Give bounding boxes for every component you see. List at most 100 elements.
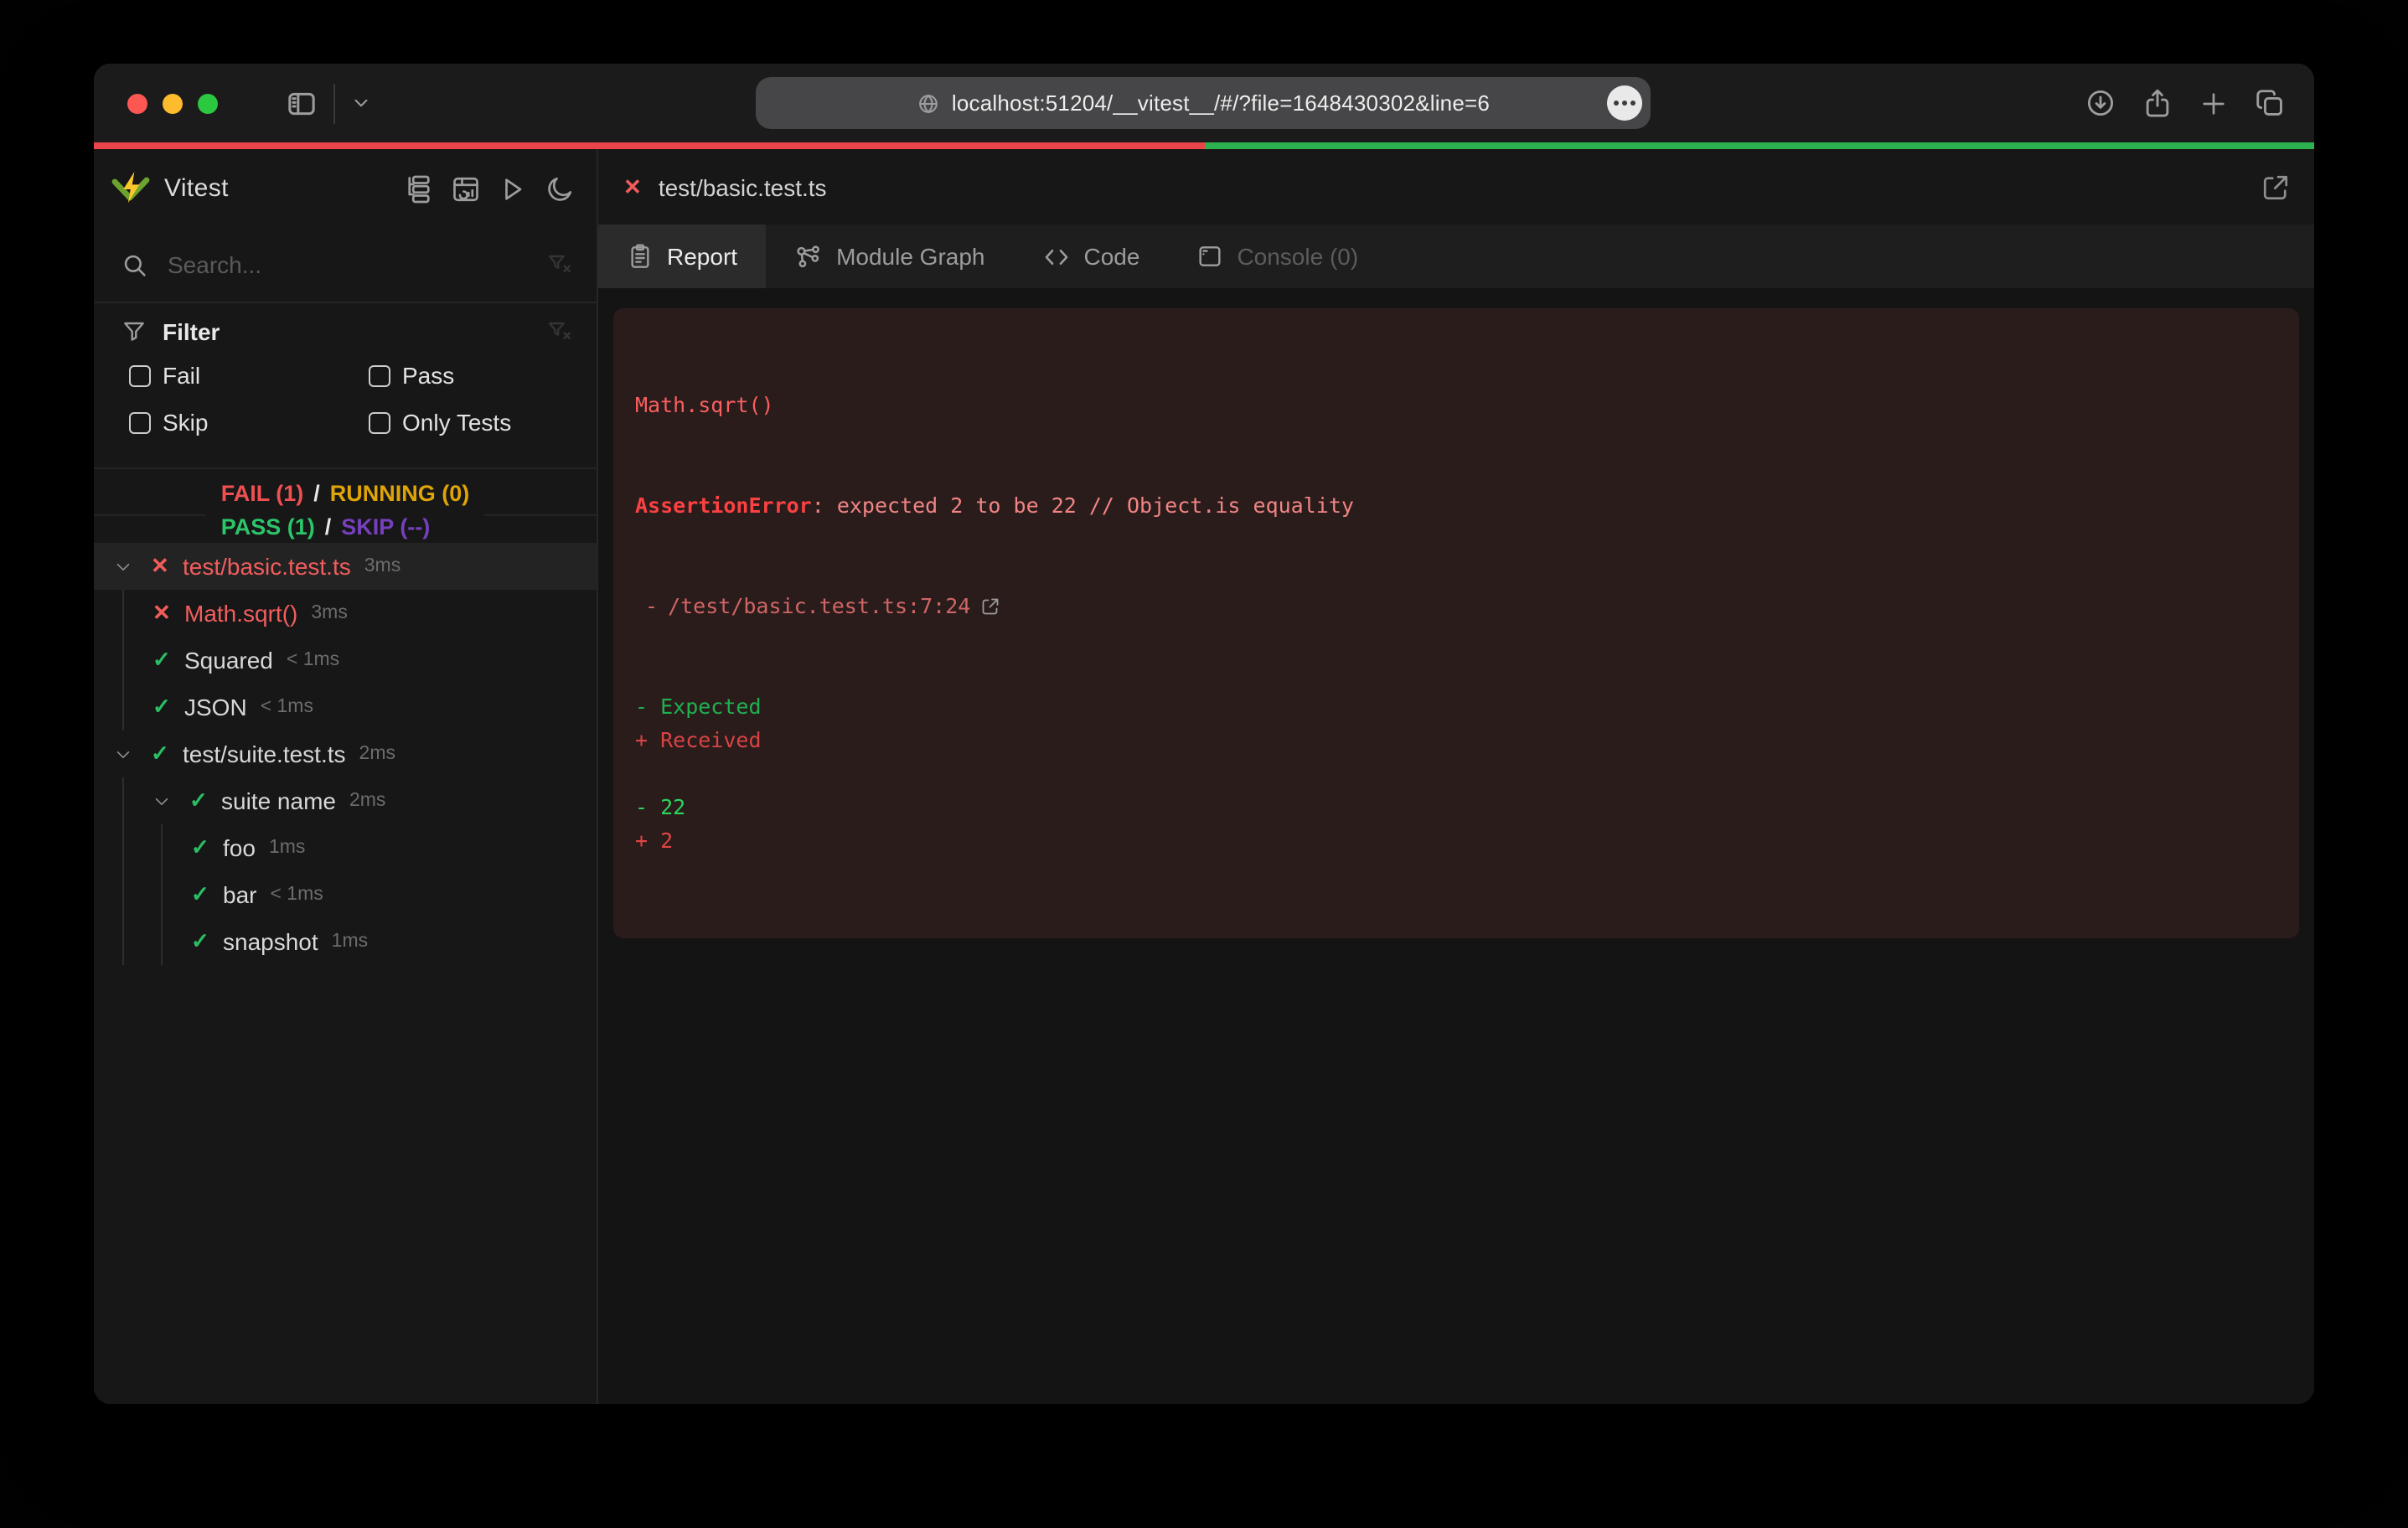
stack-location-link[interactable]: /test/basic.test.ts:7:24 xyxy=(668,590,970,623)
test-duration: 1ms xyxy=(332,932,368,952)
stack-location-line: - /test/basic.test.ts:7:24 xyxy=(635,590,2277,623)
checkbox-label: Skip xyxy=(163,409,208,436)
pass-icon: ✓ xyxy=(152,694,184,720)
tree-row-math-sqrt[interactable]: ✕Math.sqrt()3ms xyxy=(94,590,597,637)
filter-option-only-tests[interactable]: Only Tests xyxy=(369,399,597,446)
dashboard-icon[interactable] xyxy=(451,173,481,204)
search-input[interactable]: Search... xyxy=(168,251,546,278)
tree-row-snapshot[interactable]: ✓snapshot1ms xyxy=(94,918,597,965)
filter-option-skip[interactable]: Skip xyxy=(129,399,369,446)
console-icon xyxy=(1196,243,1223,270)
fail-icon: ✕ xyxy=(152,600,184,627)
pass-icon: ✓ xyxy=(152,647,184,674)
tree-row-squared[interactable]: ✓Squared < 1ms xyxy=(94,637,597,684)
summary-fail-1: FAIL (1) xyxy=(221,478,304,511)
tab-module-graph[interactable]: Module Graph xyxy=(766,225,1013,288)
window-controls xyxy=(127,93,218,113)
progress-fail-segment xyxy=(94,142,1204,149)
tab-label: Module Graph xyxy=(836,243,984,270)
test-duration: 3ms xyxy=(311,603,347,623)
filter-icon xyxy=(121,318,147,345)
tree-row-foo[interactable]: ✓foo1ms xyxy=(94,824,597,871)
open-in-editor-icon[interactable] xyxy=(2261,172,2291,202)
tab-code[interactable]: Code xyxy=(1014,225,1169,288)
tree-indent-guide xyxy=(122,777,124,965)
test-summary: FAIL (1)/RUNNING (0) PASS (1)/SKIP (--) xyxy=(94,467,597,545)
search-row: Search... xyxy=(94,228,597,303)
external-link-icon[interactable] xyxy=(980,596,1000,617)
test-duration: 3ms xyxy=(364,556,400,576)
search-icon xyxy=(121,250,149,279)
clear-filter-icon[interactable] xyxy=(546,318,573,345)
tree-row-test-basic-test-ts[interactable]: ✕test/basic.test.ts3ms xyxy=(94,543,597,590)
toolbar-divider xyxy=(333,83,335,123)
filter-option-pass[interactable]: Pass xyxy=(369,352,597,399)
clear-search-filter-icon[interactable] xyxy=(546,251,573,278)
summary-skip: SKIP (--) xyxy=(341,511,430,545)
test-name: bar xyxy=(223,881,256,908)
summary-line-pass-skip: PASS (1)/SKIP (--) xyxy=(221,511,470,545)
filter-option-fail[interactable]: Fail xyxy=(129,352,369,399)
chevron-down-icon[interactable] xyxy=(114,557,151,576)
fail-icon: ✕ xyxy=(151,553,183,580)
pass-icon: ✓ xyxy=(191,834,223,861)
diff-line xyxy=(635,757,2277,791)
checkbox-fail[interactable] xyxy=(129,364,151,386)
tree-row-suite-name[interactable]: ✓suite name2ms xyxy=(94,777,597,824)
test-name: test/suite.test.ts xyxy=(183,741,346,767)
test-duration: < 1ms xyxy=(261,697,313,717)
tab-console-0[interactable]: Console (0) xyxy=(1168,225,1387,288)
address-bar[interactable]: localhost:51204/__vitest__/#/?file=16484… xyxy=(756,77,1651,129)
tree-row-bar[interactable]: ✓bar< 1ms xyxy=(94,871,597,918)
tree-row-test-suite-test-ts[interactable]: ✓test/suite.test.ts2ms xyxy=(94,730,597,777)
new-tab-button[interactable] xyxy=(2199,88,2229,118)
collapse-tree-icon[interactable] xyxy=(404,173,434,204)
test-duration: < 1ms xyxy=(270,885,323,905)
checkbox-only-tests[interactable] xyxy=(369,411,390,433)
pass-icon: ✓ xyxy=(189,787,221,814)
code-icon xyxy=(1042,242,1071,271)
downloads-button[interactable] xyxy=(2085,87,2116,119)
pass-icon: ✓ xyxy=(191,928,223,955)
chevron-down-icon[interactable] xyxy=(114,745,151,763)
summary-line-fail-running: FAIL (1)/RUNNING (0) xyxy=(221,478,470,511)
minimize-window-button[interactable] xyxy=(163,93,183,113)
browser-toolbar: localhost:51204/__vitest__/#/?file=16484… xyxy=(94,64,2314,142)
tab-report[interactable]: Report xyxy=(598,225,766,288)
tree-row-json[interactable]: ✓JSON< 1ms xyxy=(94,684,597,730)
share-button[interactable] xyxy=(2142,87,2173,119)
sidebar-header: Vitest xyxy=(94,149,597,228)
main-panel: ✕ test/basic.test.ts ReportModule GraphC… xyxy=(598,149,2314,1404)
page-settings-button[interactable] xyxy=(1607,85,1642,121)
browser-window: localhost:51204/__vitest__/#/?file=16484… xyxy=(94,64,2314,1404)
diff-line: + 2 xyxy=(635,824,2277,858)
tab-overview-button[interactable] xyxy=(2254,87,2286,119)
checkbox-skip[interactable] xyxy=(129,411,151,433)
filter-section: Filter FailPassSkipOnly Tests xyxy=(94,303,597,446)
open-file-name: test/basic.test.ts xyxy=(659,173,827,200)
toggle-sidebar-icon[interactable] xyxy=(285,86,318,120)
toggle-dark-mode-icon[interactable] xyxy=(545,173,575,204)
diff-line: - Expected xyxy=(635,690,2277,724)
test-duration: 2ms xyxy=(359,744,395,764)
globe-icon xyxy=(917,91,940,115)
tab-label: Report xyxy=(667,243,737,270)
checkbox-pass[interactable] xyxy=(369,364,390,386)
tab-group-chevron-icon[interactable] xyxy=(350,92,372,114)
close-window-button[interactable] xyxy=(127,93,147,113)
checkbox-label: Pass xyxy=(402,362,454,389)
progress-pass-segment xyxy=(1204,142,2314,149)
test-tree: ✕test/basic.test.ts3ms✕Math.sqrt()3ms✓Sq… xyxy=(94,543,597,1404)
zoom-window-button[interactable] xyxy=(198,93,218,113)
test-duration: 1ms xyxy=(269,838,305,858)
chevron-down-icon[interactable] xyxy=(152,792,189,810)
view-tabs: Report Module Graph Code Console (0) xyxy=(598,225,2314,288)
app-title: Vitest xyxy=(164,174,229,203)
test-duration: < 1ms xyxy=(287,650,339,670)
test-progress-bar xyxy=(94,142,2314,149)
tab-label: Code xyxy=(1084,243,1140,270)
diff-line: + Received xyxy=(635,724,2277,757)
run-all-icon[interactable] xyxy=(498,173,528,204)
diff-line: - 22 xyxy=(635,791,2277,824)
test-name: Squared xyxy=(184,647,273,674)
